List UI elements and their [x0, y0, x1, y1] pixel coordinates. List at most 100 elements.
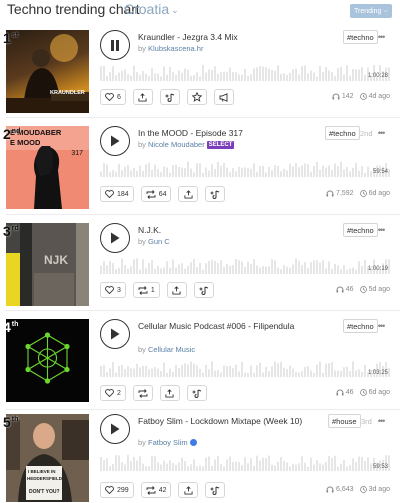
- track-title[interactable]: In the MOOD - Episode 317: [138, 127, 318, 140]
- waveform-bar: [214, 66, 216, 81]
- waveform-bar: [154, 456, 156, 471]
- genre-tag[interactable]: #house: [328, 414, 361, 428]
- add-to-playlist-button[interactable]: [186, 385, 207, 401]
- waveform-bar: [211, 69, 213, 81]
- add-to-playlist-button[interactable]: [193, 282, 214, 298]
- like-button[interactable]: 6: [100, 89, 126, 105]
- repost-button[interactable]: 1: [132, 282, 160, 298]
- share-button[interactable]: [166, 282, 187, 298]
- waveform[interactable]: [100, 63, 391, 81]
- track-actions: 3 1: [100, 282, 214, 300]
- add-to-playlist-button[interactable]: [159, 89, 180, 105]
- repost-button[interactable]: 42: [140, 482, 172, 498]
- genre-tag[interactable]: #techno: [343, 223, 378, 237]
- waveform-bar: [250, 458, 252, 471]
- artist-link[interactable]: Gun C: [148, 237, 170, 246]
- play-button[interactable]: [100, 126, 130, 156]
- artist-link[interactable]: Nicole Moudaber: [148, 140, 205, 149]
- like-button[interactable]: 3: [100, 282, 126, 298]
- waveform-bar: [148, 162, 150, 177]
- by-label: by: [138, 438, 146, 447]
- waveform-bar: [355, 269, 357, 274]
- waveform[interactable]: [100, 359, 391, 377]
- waveform-bar: [172, 71, 174, 81]
- waveform-bar: [262, 266, 264, 274]
- waveform-bar: [172, 259, 174, 274]
- track-artwork[interactable]: KRAUNDLER: [6, 30, 89, 113]
- waveform-bar: [358, 369, 360, 377]
- trending-dropdown[interactable]: Trending ⌵: [350, 4, 392, 18]
- track-title[interactable]: N.J.K.: [138, 224, 318, 237]
- artwork-text: HEDDERSFIELD: [27, 476, 63, 481]
- add-to-playlist-button[interactable]: [205, 186, 226, 202]
- waveform[interactable]: [100, 256, 391, 274]
- track-title[interactable]: Cellular Music Podcast #006 - Filipendul…: [138, 320, 318, 333]
- pause-button[interactable]: [100, 30, 130, 60]
- artist-link[interactable]: Klubskascena.hr: [148, 44, 203, 53]
- like-button[interactable]: 2: [100, 385, 126, 401]
- waveform-bar: [151, 260, 153, 274]
- more-options-icon[interactable]: •••: [374, 223, 388, 237]
- favorite-button[interactable]: [186, 89, 207, 105]
- waveform-bar: [136, 170, 138, 177]
- add-to-playlist-icon: [165, 93, 175, 102]
- more-options-icon[interactable]: •••: [374, 414, 388, 428]
- like-button[interactable]: 299: [100, 482, 134, 498]
- more-options-icon[interactable]: •••: [374, 319, 388, 333]
- waveform-bar: [106, 458, 108, 471]
- play-button[interactable]: [100, 319, 130, 349]
- more-options-icon[interactable]: •••: [374, 30, 388, 44]
- waveform-bar: [181, 263, 183, 274]
- upload-age: 3d ago: [359, 486, 390, 493]
- repost-button[interactable]: [132, 385, 153, 401]
- waveform-bar: [211, 164, 213, 177]
- region-dropdown[interactable]: Croatia ⌄: [124, 1, 179, 17]
- waveform-bar: [352, 267, 354, 274]
- waveform-bar: [106, 76, 108, 81]
- track-title[interactable]: Kraundler - Jezgra 3.4 Mix: [138, 31, 318, 44]
- share-button[interactable]: [178, 482, 199, 498]
- track-artwork[interactable]: I BELIEVE IN HEDDERSFIELD DON'T YOU?: [6, 414, 89, 502]
- play-button[interactable]: [100, 414, 130, 444]
- waveform-bar: [283, 73, 285, 81]
- waveform-bar: [184, 168, 186, 177]
- promote-button[interactable]: [213, 89, 234, 105]
- waveform-bar: [268, 371, 270, 377]
- artist-link[interactable]: Cellular Music: [148, 345, 195, 354]
- waveform-bar: [157, 169, 159, 177]
- share-button[interactable]: [132, 89, 153, 105]
- waveform-bar: [121, 258, 123, 274]
- like-button[interactable]: 184: [100, 186, 134, 202]
- share-button[interactable]: [159, 385, 180, 401]
- waveform-bar: [232, 462, 234, 471]
- waveform-bar: [157, 265, 159, 274]
- waveform-bar: [115, 75, 117, 81]
- waveform-bar: [319, 169, 321, 177]
- waveform-bar: [142, 170, 144, 177]
- waveform-bar: [142, 463, 144, 471]
- genre-tag[interactable]: #techno: [343, 319, 378, 333]
- track-stats: 46 6d ago: [336, 389, 390, 396]
- track-title[interactable]: Fatboy Slim - Lockdown Mixtape (Week 10): [138, 415, 318, 428]
- waveform-bar: [139, 269, 141, 274]
- waveform[interactable]: [100, 453, 391, 471]
- artist-link[interactable]: Fatboy Slim: [148, 438, 188, 447]
- waveform-bar: [127, 268, 129, 274]
- genre-tag[interactable]: #techno: [325, 126, 360, 140]
- track-artwork[interactable]: [6, 319, 89, 402]
- waveform-bar: [226, 459, 228, 471]
- genre-tag[interactable]: #techno: [343, 30, 378, 44]
- waveform-bar: [121, 462, 123, 471]
- waveform-bar: [340, 161, 342, 177]
- repost-button[interactable]: 64: [140, 186, 172, 202]
- more-options-icon[interactable]: •••: [374, 126, 388, 140]
- waveform-bar: [208, 69, 210, 81]
- share-button[interactable]: [178, 186, 199, 202]
- waveform-bar: [124, 264, 126, 274]
- waveform-bar: [100, 66, 102, 81]
- waveform-bar: [295, 163, 297, 177]
- waveform-bar: [241, 261, 243, 274]
- waveform[interactable]: [100, 159, 391, 177]
- add-to-playlist-button[interactable]: [205, 482, 226, 498]
- play-button[interactable]: [100, 223, 130, 253]
